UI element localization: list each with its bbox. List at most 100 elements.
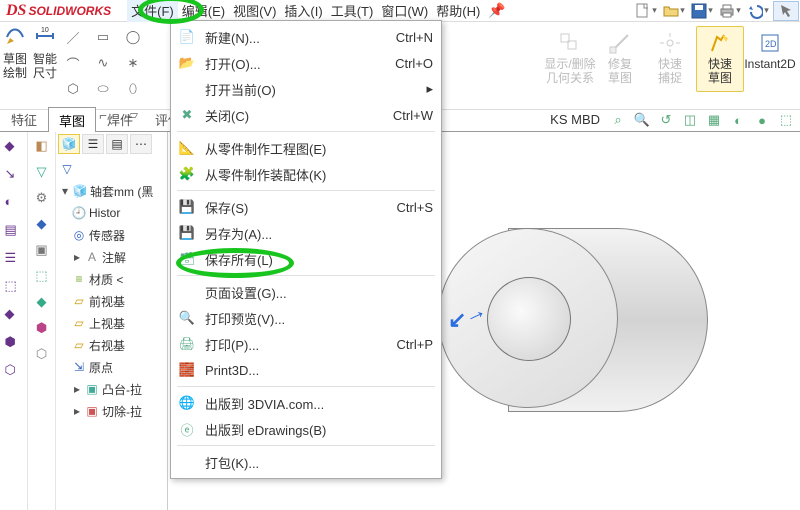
menu-insert[interactable]: 插入(I) bbox=[280, 0, 326, 22]
tree-view-more-icon[interactable]: ⋯ bbox=[130, 134, 152, 154]
extra3-icon[interactable]: ⬡ bbox=[5, 362, 23, 380]
zoom-fit-icon[interactable]: ⌕ bbox=[608, 110, 628, 130]
tab-mbd[interactable]: KS MBD bbox=[550, 112, 600, 127]
file-menu-dropdown: 📄新建(N)...Ctrl+N📂打开(O)...Ctrl+O打开当前(O)▸✖关… bbox=[170, 20, 442, 479]
file-menu-item-页面设置(G)...[interactable]: 页面设置(G)... bbox=[171, 279, 441, 305]
show-delete-relations[interactable]: 显示/删除 几何关系 bbox=[546, 26, 594, 92]
menu-edit[interactable]: 编辑(E) bbox=[178, 0, 229, 22]
panel-d-icon[interactable]: ◆ bbox=[37, 216, 47, 232]
file-menu-item-saveall[interactable]: 🗃保存所有(L) bbox=[171, 246, 441, 272]
panel-c-icon[interactable]: ⚙ bbox=[36, 190, 48, 206]
file-menu-item-close[interactable]: ✖关闭(C)Ctrl+W bbox=[171, 102, 441, 128]
quick-sketch[interactable]: 快速 草图 bbox=[696, 26, 744, 92]
file-menu-item-preview[interactable]: 🔍打印预览(V)... bbox=[171, 305, 441, 331]
display-style-icon[interactable]: ▦ bbox=[704, 110, 724, 130]
save-button[interactable]: ▾ bbox=[689, 1, 715, 21]
file-menu-item-drawing[interactable]: 📐从零件制作工程图(E) bbox=[171, 135, 441, 161]
tab-weldment[interactable]: 焊件 bbox=[96, 106, 144, 131]
prev-view-icon[interactable]: ↺ bbox=[656, 110, 676, 130]
close-icon: ✖ bbox=[177, 105, 197, 125]
slot-icon[interactable]: ⬭ bbox=[92, 78, 114, 100]
file-menu-item-open[interactable]: 📂打开(O)...Ctrl+O bbox=[171, 50, 441, 76]
extra1-icon[interactable]: ◆ bbox=[5, 306, 23, 324]
quick-snap[interactable]: 快速 捕捉 bbox=[646, 26, 694, 92]
tree-sensors[interactable]: ◎传感器 bbox=[58, 224, 165, 246]
panel-b-icon[interactable]: ▽ bbox=[37, 164, 47, 180]
file-menu-item-print[interactable]: 🖨打印(P)...Ctrl+P bbox=[171, 331, 441, 357]
smart-dim-icon[interactable]: 10 bbox=[34, 25, 56, 50]
feature-tree: 🧊 ☰ ▤ ⋯ ▽ ▾🧊轴套mm (黑 🕘Histor ◎传感器 ▸A注解 ≡材… bbox=[56, 132, 168, 510]
tree-history[interactable]: 🕘Histor bbox=[58, 202, 165, 224]
resources-icon[interactable]: ⬚ bbox=[5, 278, 23, 296]
scene-icon[interactable]: ⬚ bbox=[776, 110, 796, 130]
file-menu-item-打开当前(O)[interactable]: 打开当前(O)▸ bbox=[171, 76, 441, 102]
menu-file[interactable]: 文件(F) bbox=[127, 0, 178, 22]
circle-icon[interactable]: ◯ bbox=[122, 26, 144, 48]
menu-help[interactable]: 帮助(H) bbox=[432, 0, 484, 22]
appearance-icon[interactable]: ● bbox=[752, 110, 772, 130]
print-button[interactable]: ▾ bbox=[717, 1, 743, 21]
print-icon: 🖨 bbox=[177, 334, 197, 354]
line-icon[interactable]: ／ bbox=[62, 26, 84, 48]
zoom-area-icon[interactable]: 🔍 bbox=[632, 110, 652, 130]
spline-icon[interactable]: ∿ bbox=[92, 52, 114, 74]
panel-f-icon[interactable]: ⬚ bbox=[35, 268, 47, 284]
panel-e-icon[interactable]: ▣ bbox=[35, 242, 47, 258]
tab-feature[interactable]: 特征 bbox=[0, 106, 48, 131]
forum-icon[interactable]: ☰ bbox=[5, 250, 23, 268]
tree-boss[interactable]: ▸▣凸台-拉 bbox=[58, 378, 165, 400]
panel-a-icon[interactable]: ◧ bbox=[35, 138, 47, 154]
repair-sketch[interactable]: 修复 草图 bbox=[596, 26, 644, 92]
panel-g-icon[interactable]: ◆ bbox=[37, 294, 47, 310]
file-menu-item-edrawings[interactable]: ⓔ出版到 eDrawings(B) bbox=[171, 416, 441, 442]
extra2-icon[interactable]: ⬢ bbox=[5, 334, 23, 352]
tree-funnel[interactable]: ▽ bbox=[58, 158, 165, 180]
tree-view-display-icon[interactable]: ▤ bbox=[106, 134, 128, 154]
appearances-icon[interactable]: ◐ bbox=[5, 194, 23, 212]
hide-show-icon[interactable]: ◐ bbox=[728, 110, 748, 130]
panel-i-icon[interactable]: ⬡ bbox=[36, 346, 47, 362]
polygon-icon[interactable]: ⬡ bbox=[62, 78, 84, 100]
section-view-icon[interactable]: ◫ bbox=[680, 110, 700, 130]
tree-view-config-icon[interactable]: ☰ bbox=[82, 134, 104, 154]
select-button[interactable] bbox=[773, 1, 799, 21]
point-icon[interactable]: ∗ bbox=[122, 52, 144, 74]
menu-tools[interactable]: 工具(T) bbox=[327, 0, 378, 22]
tree-root[interactable]: ▾🧊轴套mm (黑 bbox=[58, 180, 165, 202]
panel-h-icon[interactable]: ⬢ bbox=[36, 320, 47, 336]
sketch-icon[interactable] bbox=[4, 25, 26, 50]
tree-view-part-icon[interactable]: 🧊 bbox=[58, 134, 80, 154]
file-menu-item-saveas[interactable]: 💾另存为(A)... bbox=[171, 220, 441, 246]
file-menu-item-label: 新建(N)... bbox=[205, 28, 388, 47]
rect-icon[interactable]: ▭ bbox=[92, 26, 114, 48]
tree-right-plane[interactable]: ▱右视基 bbox=[58, 334, 165, 356]
file-menu-item-assembly[interactable]: 🧩从零件制作装配体(K) bbox=[171, 161, 441, 187]
tab-sketch[interactable]: 草图 bbox=[48, 107, 96, 132]
open-button[interactable]: ▾ bbox=[661, 1, 687, 21]
tree-front-plane[interactable]: ▱前视基 bbox=[58, 290, 165, 312]
custom-props-icon[interactable]: ▤ bbox=[5, 222, 23, 240]
menu-window[interactable]: 窗口(W) bbox=[377, 0, 432, 22]
file-menu-item-save[interactable]: 💾保存(S)Ctrl+S bbox=[171, 194, 441, 220]
clip-icon[interactable]: ↘ bbox=[5, 166, 23, 184]
file-menu-item-publish[interactable]: 🌐出版到 3DVIA.com... bbox=[171, 390, 441, 416]
design-lib-icon[interactable]: ◆ bbox=[5, 138, 23, 156]
view-toolbar: ⌕ 🔍 ↺ ◫ ▦ ◐ ● ⬚ bbox=[608, 110, 796, 130]
tree-cut[interactable]: ▸▣切除-拉 bbox=[58, 400, 165, 422]
tree-annotations[interactable]: ▸A注解 bbox=[58, 246, 165, 268]
sketch-label: 草图 绘制 bbox=[3, 52, 27, 80]
file-menu-item-new[interactable]: 📄新建(N)...Ctrl+N bbox=[171, 24, 441, 50]
new-doc-button[interactable]: ▾ bbox=[633, 1, 659, 21]
tree-material[interactable]: ≡材质 < bbox=[58, 268, 165, 290]
tree-origin[interactable]: ⇲原点 bbox=[58, 356, 165, 378]
tree-top-plane[interactable]: ▱上视基 bbox=[58, 312, 165, 334]
menu-view[interactable]: 视图(V) bbox=[229, 0, 280, 22]
file-menu-item-print3d[interactable]: 🧱Print3D... bbox=[171, 357, 441, 383]
pin-icon[interactable]: 📌 bbox=[488, 2, 505, 19]
ellipse-icon[interactable]: ⬯ bbox=[122, 78, 144, 100]
undo-button[interactable]: ▾ bbox=[745, 1, 771, 21]
instant2d[interactable]: 2D Instant2D bbox=[746, 26, 794, 92]
file-menu-item-打包(K)...[interactable]: 打包(K)... bbox=[171, 449, 441, 475]
menubar: DS SOLIDWORKS 文件(F) 编辑(E) 视图(V) 插入(I) 工具… bbox=[0, 0, 800, 22]
arc-icon[interactable]: ⌒ bbox=[62, 52, 84, 74]
